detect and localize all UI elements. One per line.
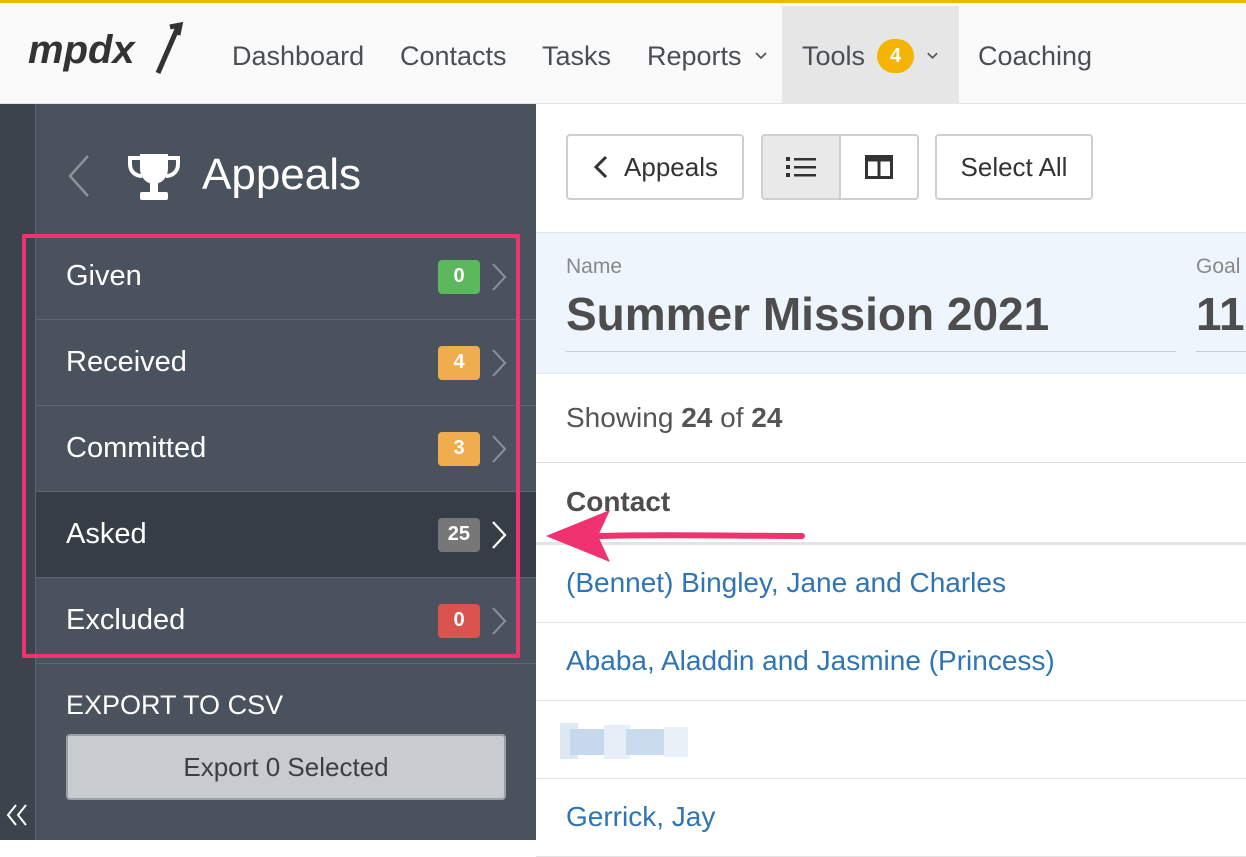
double-chevron-left-icon[interactable] <box>4 802 30 828</box>
table-row: Gerrick, Jay <box>536 779 1246 857</box>
main-content: Appeals Select All Name Summer Mission 2… <box>536 104 1246 857</box>
nav-dashboard[interactable]: Dashboard <box>212 6 384 106</box>
back-button-label: Appeals <box>624 151 718 182</box>
shown-count: 24 <box>681 402 713 433</box>
goal-field-underline <box>1196 351 1246 352</box>
columns-view-button[interactable] <box>839 134 919 200</box>
list-icon <box>786 157 816 177</box>
blurred-contact-name[interactable] <box>560 719 688 765</box>
total-count: 24 <box>751 402 783 433</box>
appeal-goal-value[interactable]: 11 <box>1196 287 1245 341</box>
nav-dashboard-label: Dashboard <box>232 40 365 71</box>
of-word: of <box>720 402 744 433</box>
chevron-down-icon <box>754 52 767 60</box>
annotation-highlight-box <box>22 234 520 658</box>
chevron-left-icon <box>593 155 608 179</box>
table-row <box>536 701 1246 779</box>
appeal-header: Name Summer Mission 2021 Goal 11 <box>536 232 1246 374</box>
export-csv-heading: EXPORT TO CSV <box>66 690 284 720</box>
showing-prefix: Showing <box>566 402 674 433</box>
nav-tools[interactable]: Tools 4 <box>782 6 959 106</box>
contact-link[interactable]: Ababa, Aladdin and Jasmine (Princess) <box>566 645 1055 677</box>
svg-text:mpdx: mpdx <box>28 28 136 72</box>
mpdx-logo[interactable]: mpdx <box>28 21 186 85</box>
sidebar-header: Appeals <box>36 104 536 234</box>
nav-tasks-label: Tasks <box>542 40 612 71</box>
goal-field-label: Goal <box>1196 255 1241 278</box>
back-chevron-icon[interactable] <box>66 152 92 200</box>
export-selected-button[interactable]: Export 0 Selected <box>66 734 506 800</box>
name-field-label: Name <box>566 255 623 278</box>
nav-coaching-label: Coaching <box>978 40 1093 71</box>
nav-tools-label: Tools <box>802 40 866 71</box>
appeal-name-value[interactable]: Summer Mission 2021 <box>566 287 1049 341</box>
nav-contacts-label: Contacts <box>400 40 507 71</box>
top-nav-bar: mpdx Dashboard Contacts Tasks Reports To… <box>0 0 1246 106</box>
divider <box>536 462 1246 463</box>
contact-link[interactable]: Gerrick, Jay <box>566 801 715 833</box>
columns-icon <box>865 155 893 179</box>
nav-reports-label: Reports <box>647 40 742 71</box>
showing-count: Showing 24 of 24 <box>566 402 782 434</box>
chevron-down-icon <box>927 52 938 60</box>
list-view-button[interactable] <box>761 134 841 200</box>
nav-contacts[interactable]: Contacts <box>380 6 527 106</box>
table-row: Ababa, Aladdin and Jasmine (Princess) <box>536 623 1246 701</box>
sidebar-title: Appeals <box>202 150 362 199</box>
trophy-icon <box>128 154 180 200</box>
annotation-arrow <box>546 510 805 562</box>
select-all-button[interactable]: Select All <box>935 134 1093 200</box>
nav-coaching[interactable]: Coaching <box>958 6 1112 106</box>
back-to-appeals-button[interactable]: Appeals <box>566 134 744 200</box>
nav-tasks[interactable]: Tasks <box>522 6 631 106</box>
nav-reports[interactable]: Reports <box>627 6 788 106</box>
tools-count-badge: 4 <box>877 39 915 73</box>
name-field-underline <box>566 351 1176 352</box>
